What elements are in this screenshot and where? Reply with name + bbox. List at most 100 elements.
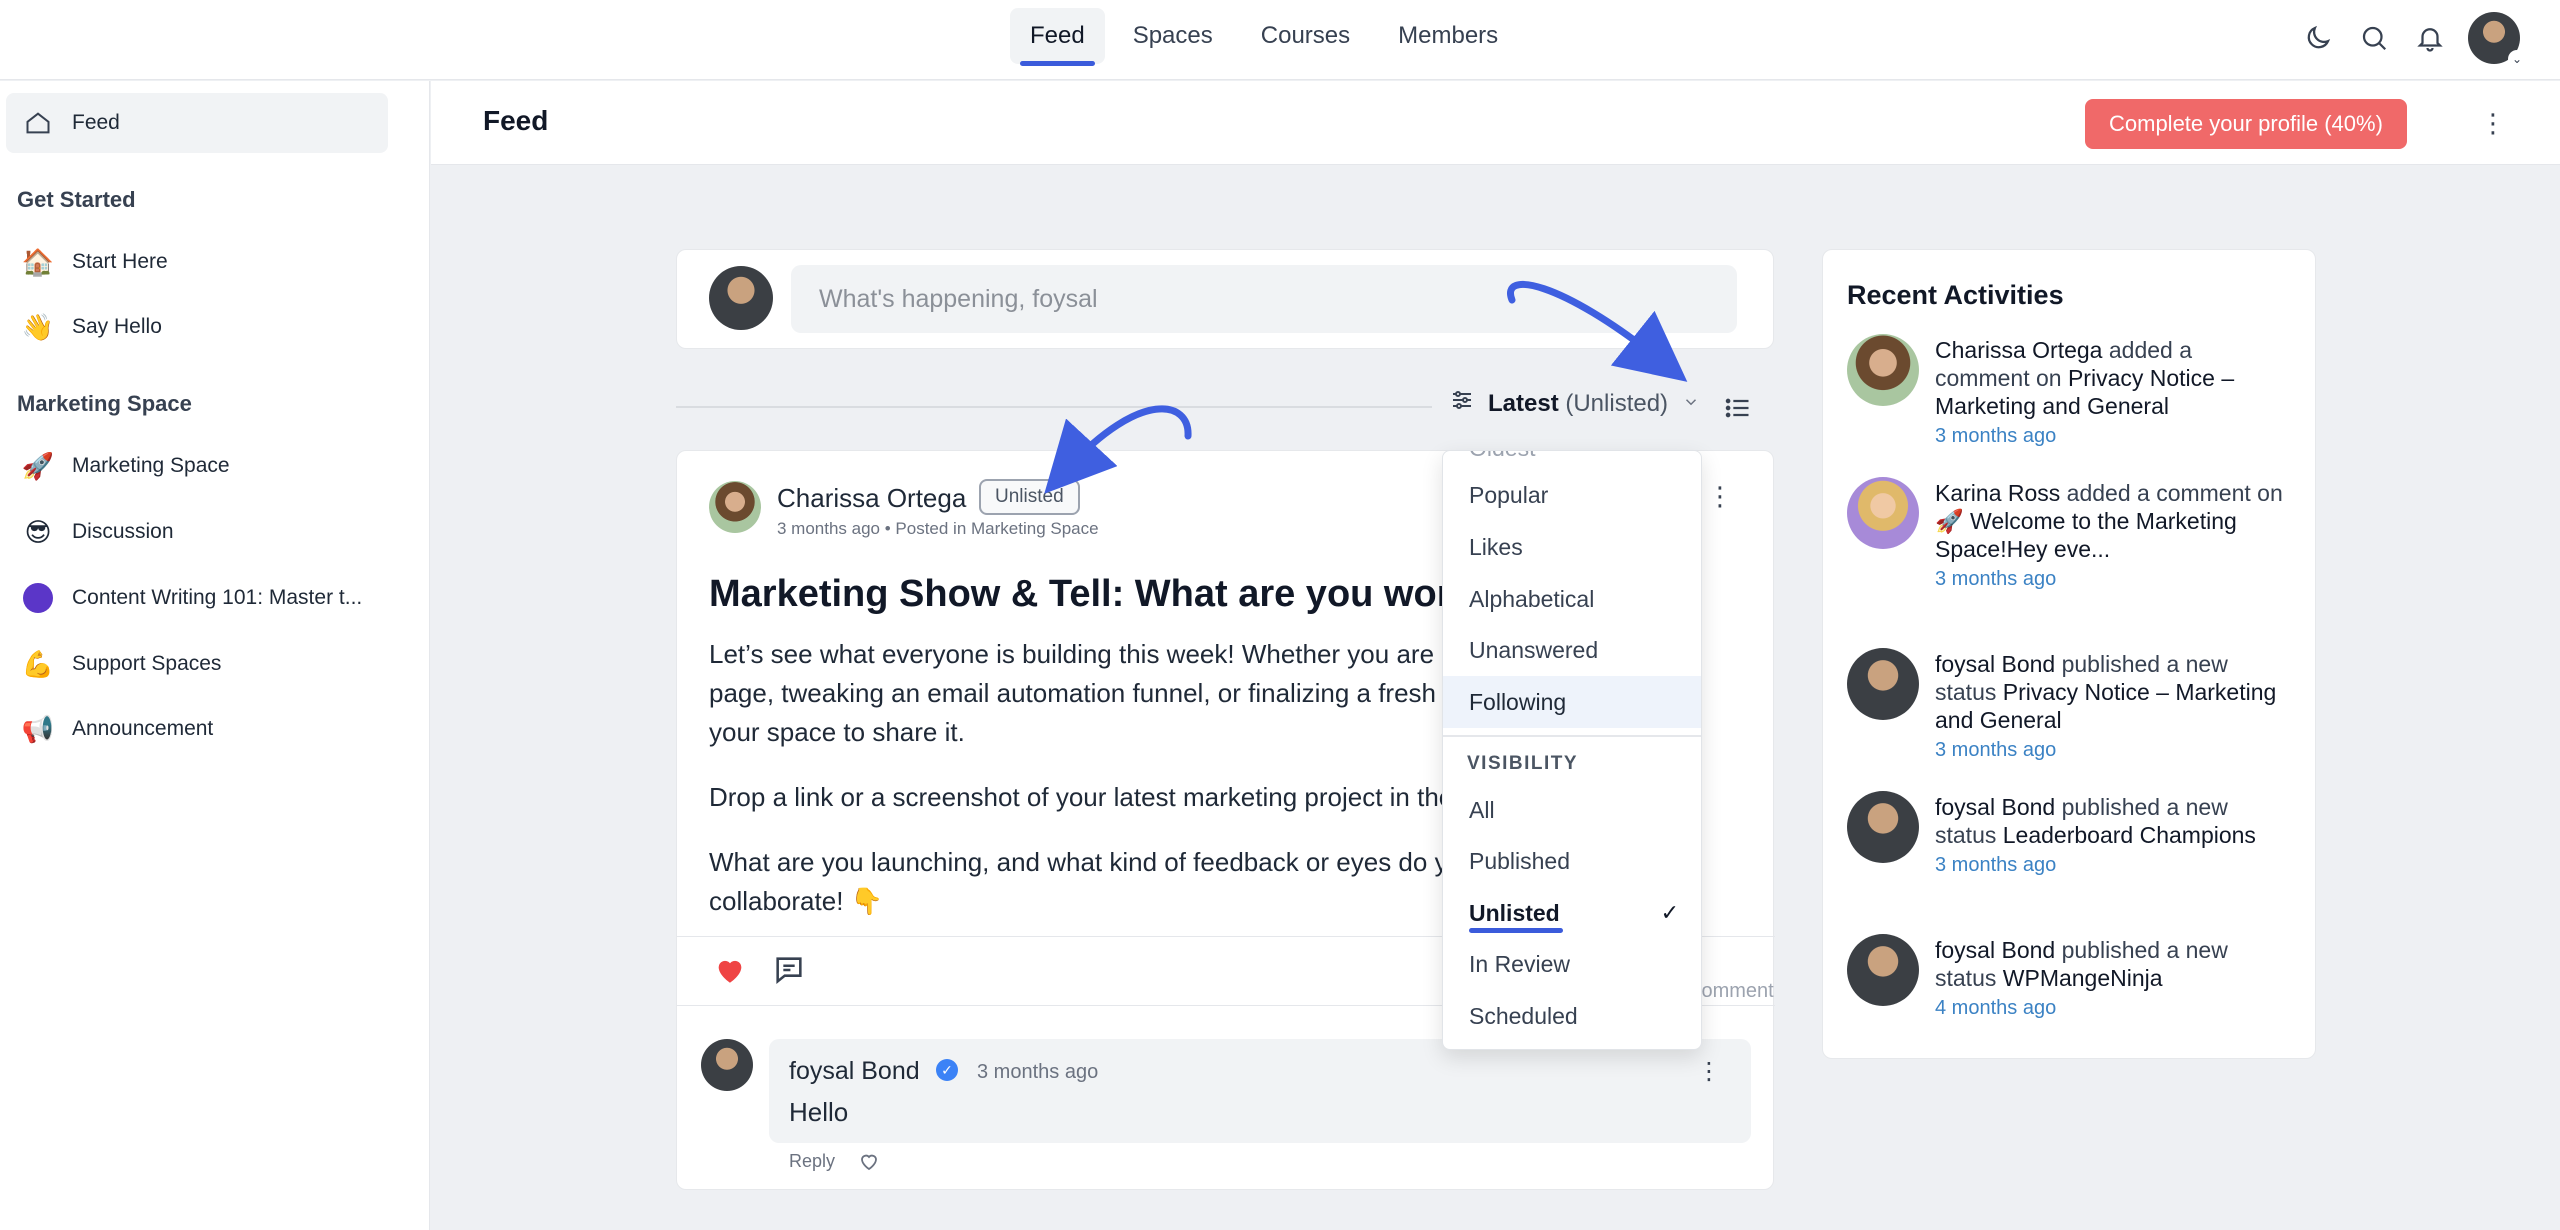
- option-label: Unlisted: [1469, 899, 1560, 926]
- post-title[interactable]: Marketing Show & Tell: What are you work…: [709, 573, 1469, 616]
- flexed-biceps-emoji-icon: 💪: [21, 648, 55, 679]
- activity-text: foysal Bond published a new status Leade…: [1935, 793, 2285, 879]
- sidebar-item-label: Content Writing 101: Master t...: [72, 586, 363, 609]
- post-meta: 3 months ago • Posted in Marketing Space: [777, 519, 1099, 538]
- tab-members[interactable]: Members: [1378, 8, 1518, 64]
- selected-underline: [1469, 928, 1563, 933]
- post-author[interactable]: Charissa Ortega: [777, 483, 966, 514]
- heart-icon[interactable]: [713, 953, 747, 987]
- activity-text: foysal Bond published a new status Priva…: [1935, 650, 2285, 764]
- status-badge: Unlisted: [979, 479, 1080, 515]
- heart-outline-icon[interactable]: [857, 1149, 881, 1173]
- post-more-icon[interactable]: ⋮: [1707, 481, 1733, 512]
- sidebar-section-heading: Get Started: [17, 187, 136, 212]
- tab-spaces[interactable]: Spaces: [1113, 8, 1233, 64]
- more-options-icon[interactable]: ⋮: [2473, 103, 2513, 143]
- page-title: Feed: [483, 105, 549, 136]
- recent-activities-panel: Recent Activities Charissa Ortega added …: [1822, 249, 2316, 1059]
- sidebar-item-content-writing[interactable]: Content Writing 101: Master t...: [6, 568, 388, 628]
- list-view-icon[interactable]: [1720, 390, 1756, 426]
- dropdown-option-published[interactable]: Published: [1443, 835, 1701, 887]
- avatar: [1847, 791, 1919, 863]
- sunglasses-emoji-icon: 😎: [24, 516, 52, 547]
- tab-courses[interactable]: Courses: [1241, 8, 1370, 64]
- dropdown-option-all[interactable]: All: [1443, 784, 1701, 836]
- search-icon[interactable]: [2356, 20, 2392, 56]
- post-composer: [676, 249, 1774, 349]
- sidebar-item-start-here[interactable]: 🏠 Start Here: [6, 232, 388, 292]
- dropdown-option-scheduled[interactable]: Scheduled: [1443, 990, 1701, 1042]
- sidebar-item-label: Discussion: [72, 520, 174, 543]
- sidebar-item-label: Feed: [72, 111, 120, 134]
- filter-sliders-icon: [1450, 388, 1474, 419]
- complete-profile-button[interactable]: Complete your profile (40%): [2085, 99, 2407, 149]
- sidebar-item-marketing-space[interactable]: 🚀 Marketing Space: [6, 436, 388, 496]
- bell-icon[interactable]: [2412, 20, 2448, 56]
- reply-link[interactable]: Reply: [789, 1151, 835, 1172]
- avatar: [709, 481, 761, 533]
- tab-feed[interactable]: Feed: [1010, 8, 1105, 66]
- dropdown-option-unanswered[interactable]: Unanswered: [1443, 624, 1701, 676]
- comment-icon[interactable]: [772, 953, 806, 987]
- activity-text: Charissa Ortega added a comment on Priva…: [1935, 336, 2285, 450]
- moon-icon[interactable]: [2300, 20, 2336, 56]
- dropdown-option-in-review[interactable]: In Review: [1443, 938, 1701, 990]
- sidebar-item-label: Say Hello: [72, 315, 162, 338]
- avatar: [1847, 934, 1919, 1006]
- sidebar-item-discussion[interactable]: 😎 Discussion: [6, 502, 388, 562]
- chevron-down-icon: [1682, 390, 1700, 418]
- purple-circle-icon: [20, 583, 56, 613]
- sidebar-item-label: Announcement: [72, 717, 214, 740]
- page-header: Feed Complete your profile (40%) ⋮: [431, 81, 2560, 165]
- sidebar-item-support-spaces[interactable]: 💪 Support Spaces: [6, 634, 388, 694]
- avatar: [1847, 648, 1919, 720]
- sort-dropdown-menu: Oldest Popular Likes Alphabetical Unansw…: [1442, 450, 1702, 1050]
- divider: [676, 406, 1432, 408]
- rocket-emoji-icon: 🚀: [21, 450, 55, 481]
- avatar: [1847, 477, 1919, 549]
- sidebar-item-label: Start Here: [72, 250, 168, 273]
- comment-author[interactable]: foysal Bond: [789, 1057, 920, 1086]
- dropdown-option-partial[interactable]: Oldest: [1469, 451, 1535, 462]
- home-icon: [20, 109, 56, 137]
- activity-text: foysal Bond published a new status WPMan…: [1935, 936, 2285, 1022]
- user-avatar-menu[interactable]: ⌄: [2468, 12, 2526, 68]
- activity-time: 3 months ago: [1935, 854, 2057, 876]
- dropdown-option-following[interactable]: Following: [1443, 676, 1701, 728]
- sidebar-section-heading: Marketing Space: [17, 391, 192, 416]
- sidebar-item-feed[interactable]: Feed: [6, 93, 388, 153]
- verified-badge-icon: ✓: [936, 1059, 958, 1081]
- sort-dropdown-trigger[interactable]: Latest (Unlisted): [1450, 388, 1700, 419]
- top-navigation-bar: Feed Spaces Courses Members ⌄: [0, 0, 2560, 80]
- chevron-down-icon: ⌄: [2508, 50, 2526, 68]
- megaphone-emoji-icon: 📢: [21, 713, 55, 744]
- comment-time: 3 months ago: [977, 1061, 1099, 1083]
- visibility-heading: VISIBILITY: [1467, 753, 1579, 774]
- activity-time: 4 months ago: [1935, 997, 2057, 1019]
- dropdown-option-popular[interactable]: Popular: [1443, 469, 1701, 521]
- house-emoji-icon: 🏠: [21, 246, 55, 277]
- comment-text: Hello: [789, 1097, 849, 1127]
- dropdown-option-likes[interactable]: Likes: [1443, 521, 1701, 573]
- avatar: [701, 1039, 753, 1091]
- main-tabs: Feed Spaces Courses Members: [1010, 8, 1518, 66]
- visibility-label: (Unlisted): [1565, 389, 1669, 417]
- sidebar-item-announcement[interactable]: 📢 Announcement: [6, 699, 388, 759]
- sidebar-item-label: Marketing Space: [72, 454, 230, 477]
- checkmark-icon: ✓: [1660, 900, 1679, 925]
- status-input[interactable]: [791, 265, 1737, 333]
- sidebar-item-say-hello[interactable]: 👋 Say Hello: [6, 297, 388, 357]
- comment-bubble: foysal Bond ✓ 3 months ago Hello ⋮: [769, 1039, 1751, 1143]
- panel-heading: Recent Activities: [1847, 280, 2064, 310]
- avatar: [1847, 334, 1919, 406]
- sidebar-item-label: Support Spaces: [72, 652, 222, 675]
- wave-emoji-icon: 👋: [21, 311, 55, 342]
- activity-time: 3 months ago: [1935, 425, 2057, 447]
- sort-label: Latest: [1488, 389, 1559, 417]
- activity-time: 3 months ago: [1935, 739, 2057, 761]
- sidebar: Feed Get Started 🏠 Start Here 👋 Say Hell…: [0, 81, 430, 1230]
- dropdown-option-alphabetical[interactable]: Alphabetical: [1443, 573, 1701, 625]
- divider: [1443, 735, 1701, 737]
- avatar: [709, 266, 773, 330]
- comment-more-icon[interactable]: ⋮: [1697, 1057, 1721, 1086]
